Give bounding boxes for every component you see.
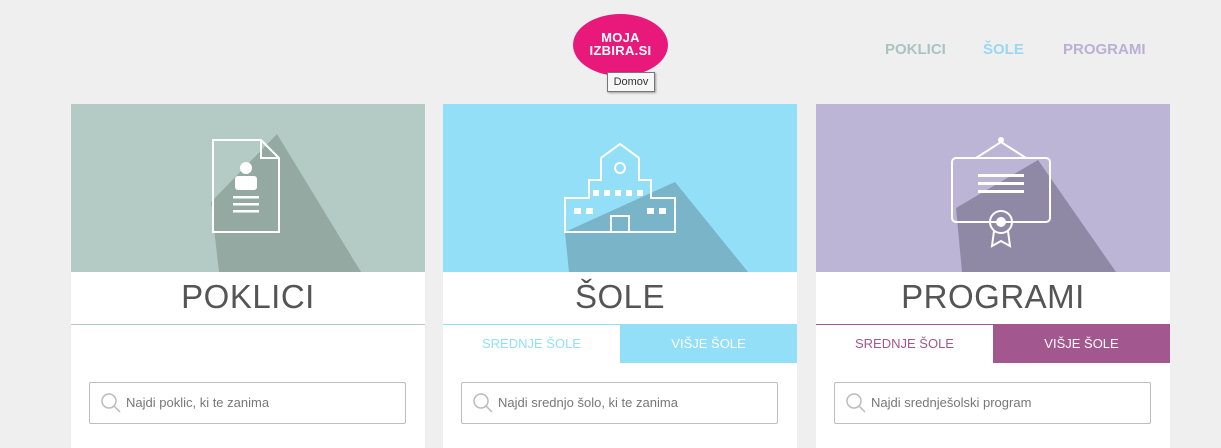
tab-srednje-sole[interactable]: SREDNJE ŠOLE	[816, 325, 993, 363]
search-box-sole[interactable]	[461, 382, 778, 424]
search-input-sole[interactable]	[498, 383, 768, 421]
hero-sole-graphic	[443, 104, 797, 272]
card-divider	[71, 324, 425, 325]
search-input-poklici[interactable]	[126, 383, 396, 421]
hero-poklici[interactable]	[71, 104, 425, 272]
card-programi: PROGRAMI SREDNJE ŠOLE VIŠJE ŠOLE	[816, 104, 1170, 448]
home-tooltip: Domov	[607, 72, 655, 92]
top-bar: MOJA IZBIRA.SI Domov POKLICI ŠOLE PROGRA…	[0, 0, 1221, 104]
tab-visje-sole[interactable]: VIŠJE ŠOLE	[620, 325, 797, 363]
search-icon	[473, 393, 493, 413]
logo-home-link[interactable]: MOJA IZBIRA.SI	[573, 14, 668, 76]
hero-poklici-graphic	[71, 104, 425, 272]
nav-programi[interactable]: PROGRAMI	[1063, 41, 1146, 58]
hero-sole[interactable]	[443, 104, 797, 272]
hero-programi-graphic	[816, 104, 1170, 272]
card-title-poklici: POKLICI	[181, 278, 315, 315]
tab-visje-sole[interactable]: VIŠJE ŠOLE	[993, 325, 1170, 363]
tab-srednje-sole[interactable]: SREDNJE ŠOLE	[443, 325, 620, 363]
search-box-poklici[interactable]	[89, 382, 406, 424]
search-box-programi[interactable]	[834, 382, 1151, 424]
logo-text: MOJA IZBIRA.SI	[573, 31, 668, 57]
logo-line-2: IZBIRA.SI	[589, 43, 652, 58]
search-input-programi[interactable]	[871, 383, 1141, 421]
card-poklici: POKLICI	[71, 104, 425, 448]
hero-programi[interactable]	[816, 104, 1170, 272]
nav-poklici[interactable]: POKLICI	[885, 41, 946, 58]
card-title-sole: ŠOLE	[574, 278, 666, 315]
card-sole: ŠOLE SREDNJE ŠOLE VIŠJE ŠOLE	[443, 104, 797, 448]
search-icon	[101, 393, 121, 413]
nav-sole[interactable]: ŠOLE	[983, 41, 1024, 58]
search-icon	[846, 393, 866, 413]
card-title-programi: PROGRAMI	[901, 278, 1085, 315]
